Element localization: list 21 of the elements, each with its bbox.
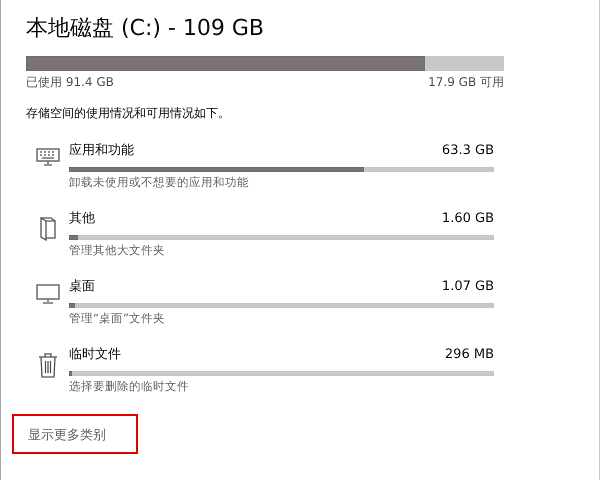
free-label: 17.9 GB 可用 <box>428 74 504 91</box>
drive-title: 本地磁盘 (C:) - 109 GB <box>26 15 265 43</box>
category-name[interactable]: 其他 <box>69 210 95 228</box>
category-name[interactable]: 桌面 <box>69 278 95 296</box>
keyboard-monitor-icon <box>36 148 60 166</box>
category-name[interactable]: 应用和功能 <box>69 142 134 160</box>
category-hint: 管理其他大文件夹 <box>69 243 166 258</box>
category-size: 296 MB <box>444 346 494 364</box>
monitor-icon <box>36 284 60 304</box>
document-icon <box>38 216 56 242</box>
category-hint: 卸载未使用或不想要的应用和功能 <box>69 175 250 190</box>
category-hint: 管理“桌面”文件夹 <box>69 311 166 326</box>
trash-icon <box>38 352 58 378</box>
category-hint: 选择要删除的临时文件 <box>69 379 190 394</box>
category-name[interactable]: 临时文件 <box>69 346 121 364</box>
category-size: 1.60 GB <box>442 210 494 228</box>
category-size: 1.07 GB <box>442 278 494 296</box>
category-size: 63.3 GB <box>442 142 494 160</box>
used-label: 已使用 91.4 GB <box>26 74 114 91</box>
show-more-link[interactable]: 显示更多类别 <box>28 426 106 444</box>
description: 存储空间的使用情况和可用情况如下。 <box>26 105 231 122</box>
